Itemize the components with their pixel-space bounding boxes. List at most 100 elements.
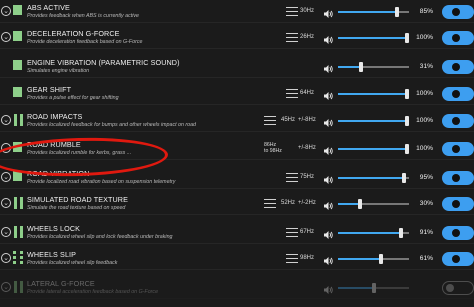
- effect-toggle[interactable]: [442, 281, 474, 295]
- speaker-icon[interactable]: [323, 88, 333, 100]
- volume-slider[interactable]: [338, 173, 409, 183]
- volume-slider-thumb[interactable]: [405, 144, 409, 154]
- speaker-icon[interactable]: [323, 227, 333, 239]
- volume-slider[interactable]: [338, 283, 409, 293]
- volume-slider-fill: [338, 93, 409, 95]
- speaker-icon[interactable]: [323, 282, 333, 294]
- volume-slider[interactable]: [338, 116, 409, 126]
- volume-slider-thumb[interactable]: [405, 89, 409, 99]
- effect-row: ⌄ ABS ACTIVE Provides feedback when ABS is…: [0, 1, 474, 23]
- volume-slider[interactable]: [338, 89, 409, 99]
- effect-description: Provide localized road vibration based o…: [27, 179, 176, 185]
- volume-percent: 91%: [419, 229, 433, 236]
- effect-toggle[interactable]: [442, 226, 474, 240]
- effect-title: DECELERATION G-FORCE: [27, 29, 120, 38]
- volume-slider-thumb[interactable]: [379, 254, 383, 264]
- effect-row: ⌄ ROAD IMPACTS Provides localized feedback…: [0, 110, 474, 132]
- equalizer-icon[interactable]: [286, 227, 299, 238]
- effect-row: ⌄ LATERAL G-FORCE Provide lateral accelera…: [0, 277, 474, 299]
- frequency-variation: +/-8Hz: [298, 117, 316, 123]
- volume-slider[interactable]: [338, 7, 409, 17]
- effect-description: Provides a pulse effect for gear shiftin…: [27, 95, 119, 101]
- effect-title: ENGINE VIBRATION (PARAMETRIC SOUND): [27, 58, 180, 67]
- speaker-icon[interactable]: [323, 32, 333, 44]
- effect-description: Provides localized wheel slip feedback: [27, 260, 118, 266]
- speaker-icon[interactable]: [323, 61, 333, 73]
- volume-slider-fill: [338, 11, 398, 13]
- speaker-icon[interactable]: [323, 6, 333, 18]
- volume-slider[interactable]: [338, 33, 409, 43]
- effect-dots-icon: [13, 251, 24, 264]
- speaker-icon[interactable]: [323, 143, 333, 155]
- volume-slider-fill: [338, 66, 360, 68]
- volume-slider-thumb[interactable]: [399, 228, 403, 238]
- chevron-down-icon[interactable]: ⌄: [1, 6, 11, 16]
- equalizer-icon[interactable]: [286, 253, 299, 264]
- volume-slider-fill: [338, 120, 409, 122]
- volume-slider[interactable]: [338, 199, 409, 209]
- effect-toggle[interactable]: [442, 87, 474, 101]
- effect-bars-icon: [13, 281, 24, 293]
- effect-toggle[interactable]: [442, 60, 474, 74]
- equalizer-icon[interactable]: [286, 88, 299, 99]
- speaker-icon[interactable]: [323, 198, 333, 210]
- effect-bars-icon: [13, 114, 24, 126]
- chevron-down-icon[interactable]: ⌄: [1, 115, 11, 125]
- effect-toggle[interactable]: [442, 114, 474, 128]
- volume-slider-fill: [338, 177, 405, 179]
- chevron-down-icon[interactable]: ⌄: [1, 253, 11, 263]
- frequency-value: 64Hz: [300, 90, 315, 96]
- equalizer-icon[interactable]: [286, 6, 299, 17]
- effect-toggle[interactable]: [442, 142, 474, 156]
- effect-square-icon: [13, 171, 22, 181]
- frequency-value: 52Hz: [281, 200, 296, 206]
- chevron-down-icon[interactable]: ⌄: [1, 282, 11, 292]
- effect-toggle[interactable]: [442, 252, 474, 266]
- chevron-down-icon[interactable]: ⌄: [1, 172, 11, 182]
- chevron-down-icon[interactable]: ⌄: [1, 143, 11, 153]
- volume-percent: 31%: [419, 63, 433, 70]
- effect-toggle[interactable]: [442, 171, 474, 185]
- frequency-value: 30Hz: [300, 8, 315, 14]
- effect-toggle[interactable]: [442, 31, 474, 45]
- effect-title: SIMULATED ROAD TEXTURE: [27, 195, 128, 204]
- volume-slider[interactable]: [338, 62, 409, 72]
- chevron-down-icon[interactable]: ⌄: [1, 227, 11, 237]
- volume-percent: 100%: [416, 34, 433, 41]
- equalizer-icon[interactable]: [264, 198, 277, 209]
- effect-square-icon: [13, 87, 22, 97]
- speaker-icon[interactable]: [323, 253, 333, 265]
- effect-toggle[interactable]: [442, 197, 474, 211]
- effect-description: Provides feedback when ABS is currently …: [27, 13, 139, 19]
- volume-slider-fill: [338, 232, 403, 234]
- frequency-variation: +/-8Hz: [298, 145, 316, 151]
- speaker-icon[interactable]: [323, 172, 333, 184]
- volume-percent: 30%: [419, 200, 433, 207]
- effect-description: Provide deceleration feedback based on G…: [27, 39, 143, 45]
- volume-slider[interactable]: [338, 228, 409, 238]
- equalizer-icon[interactable]: [264, 115, 277, 126]
- frequency-value: 45Hz: [281, 117, 296, 123]
- volume-slider-thumb[interactable]: [359, 62, 363, 72]
- frequency-range: 86Hz to 98Hz: [264, 142, 282, 155]
- frequency-value: 26Hz: [300, 34, 315, 40]
- volume-slider[interactable]: [338, 144, 409, 154]
- effect-toggle[interactable]: [442, 5, 474, 19]
- volume-slider-thumb[interactable]: [358, 199, 362, 209]
- volume-slider-thumb[interactable]: [405, 116, 409, 126]
- effect-bars-icon: [13, 197, 24, 209]
- effect-bars-icon: [13, 226, 24, 238]
- volume-slider-thumb[interactable]: [402, 173, 406, 183]
- volume-slider-thumb[interactable]: [405, 33, 409, 43]
- chevron-down-icon[interactable]: ⌄: [1, 32, 11, 42]
- chevron-down-icon[interactable]: ⌄: [1, 198, 11, 208]
- volume-slider-thumb[interactable]: [395, 7, 399, 17]
- frequency-variation: +/-2Hz: [298, 200, 316, 206]
- volume-slider-thumb[interactable]: [372, 283, 376, 293]
- effect-row: ENGINE VIBRATION (PARAMETRIC SOUND) Simul…: [0, 56, 474, 78]
- speaker-icon[interactable]: [323, 115, 333, 127]
- effect-description: Provide lateral acceleration feedback ba…: [27, 289, 159, 295]
- volume-slider[interactable]: [338, 254, 409, 264]
- equalizer-icon[interactable]: [286, 172, 299, 183]
- equalizer-icon[interactable]: [286, 32, 299, 43]
